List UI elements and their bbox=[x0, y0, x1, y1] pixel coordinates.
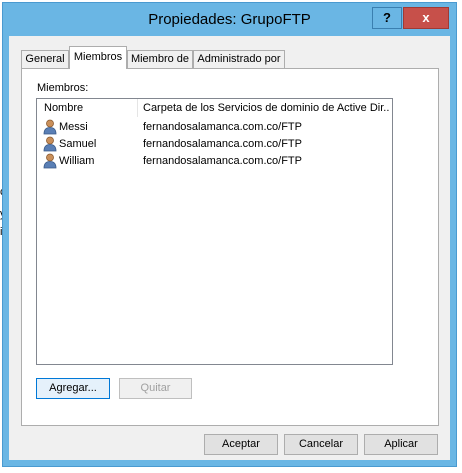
user-icon bbox=[43, 119, 57, 135]
tab-miembro-de[interactable]: Miembro de bbox=[127, 50, 193, 68]
member-folder: fernandosalamanca.com.co/FTP bbox=[143, 138, 302, 150]
help-button[interactable]: ? bbox=[372, 7, 402, 29]
tab-administrado-por[interactable]: Administrado por bbox=[193, 50, 285, 68]
column-header-folder[interactable]: Carpeta de los Servicios de dominio de A… bbox=[143, 99, 389, 117]
members-list[interactable]: Nombre Carpeta de los Servicios de domin… bbox=[36, 98, 393, 365]
remove-member-button[interactable]: Quitar bbox=[119, 378, 192, 399]
members-label: Miembros: bbox=[37, 82, 89, 94]
properties-dialog: Propiedades: GrupoFTP ? x General Miembr… bbox=[2, 2, 457, 467]
add-member-button[interactable]: Agregar... bbox=[36, 378, 110, 399]
member-name: William bbox=[59, 155, 95, 167]
cancel-button[interactable]: Cancelar bbox=[284, 434, 358, 455]
user-icon bbox=[43, 153, 57, 169]
tab-general[interactable]: General bbox=[21, 50, 69, 68]
close-button[interactable]: x bbox=[403, 7, 449, 29]
apply-button[interactable]: Aplicar bbox=[364, 434, 438, 455]
tab-miembros[interactable]: Miembros bbox=[69, 46, 127, 69]
column-header-name[interactable]: Nombre bbox=[44, 99, 138, 117]
list-item[interactable]: William fernandosalamanca.com.co/FTP bbox=[37, 153, 392, 169]
user-icon bbox=[43, 136, 57, 152]
member-name: Samuel bbox=[59, 138, 97, 150]
ok-button[interactable]: Aceptar bbox=[204, 434, 278, 455]
list-item[interactable]: Samuel fernandosalamanca.com.co/FTP bbox=[37, 136, 392, 152]
column-separator[interactable] bbox=[137, 99, 138, 117]
dialog-client-area: General Miembros Miembro de Administrado… bbox=[9, 36, 450, 460]
members-panel: Miembros: Nombre Carpeta de los Servicio… bbox=[21, 68, 439, 426]
list-item[interactable]: Messi fernandosalamanca.com.co/FTP bbox=[37, 119, 392, 135]
member-name: Messi bbox=[59, 121, 88, 133]
member-folder: fernandosalamanca.com.co/FTP bbox=[143, 121, 302, 133]
member-folder: fernandosalamanca.com.co/FTP bbox=[143, 155, 302, 167]
